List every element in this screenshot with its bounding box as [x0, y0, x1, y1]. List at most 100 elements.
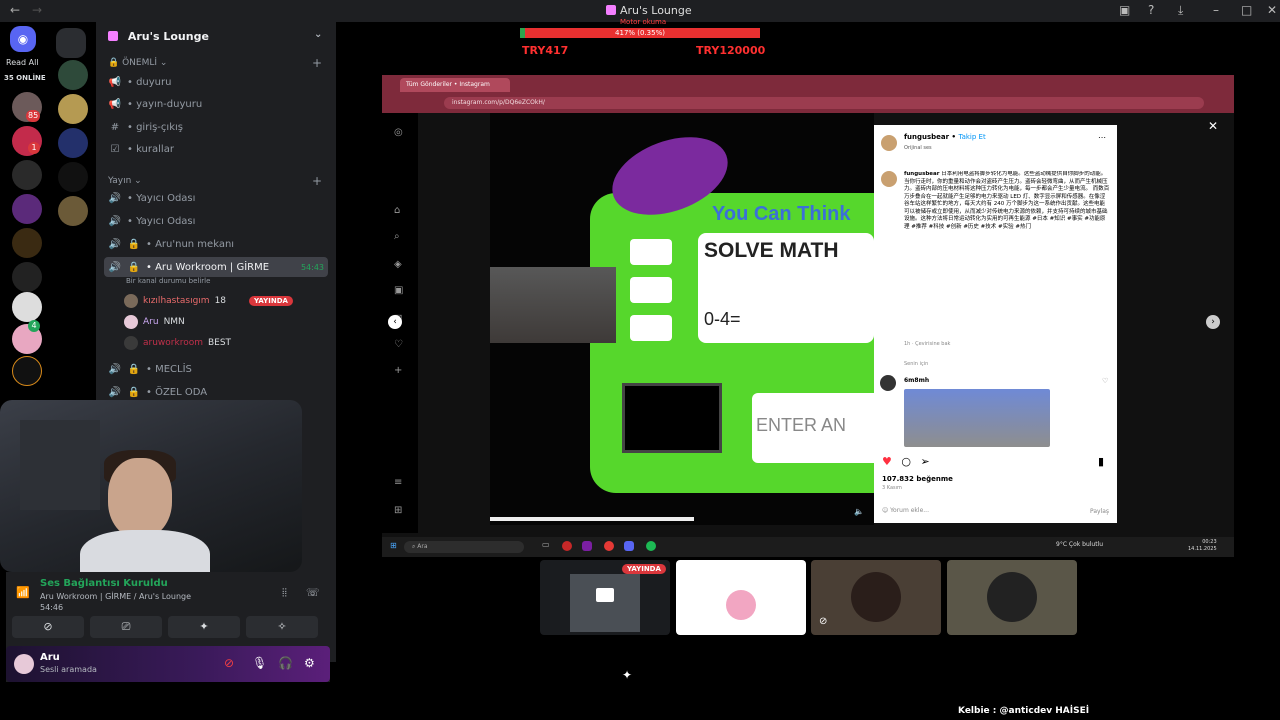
screen-share-view[interactable]: Tüm Gönderiler • Instagram instagram.com… — [382, 75, 1234, 557]
server-icon[interactable] — [12, 356, 42, 386]
minimize-icon[interactable]: – — [1213, 3, 1219, 17]
channel-meclis[interactable]: 🔊 🔒 • MECLİS — [104, 359, 328, 379]
channel-yayici-odasi[interactable]: 🔊 • Yayıcı Odası — [104, 211, 328, 231]
forward-arrow-icon[interactable]: → — [32, 3, 42, 17]
channel-yayici-odasi[interactable]: 🔊 • Yayıcı Odası — [104, 188, 328, 208]
voice-user[interactable]: Aru NMN — [124, 313, 185, 331]
category-stream[interactable]: Yayın ⌄ + — [108, 174, 322, 188]
reel-video[interactable]: You Can Think SOLVE MATH 0-4= ENTER AN 🔈 — [490, 113, 874, 525]
home-icon[interactable]: ⌂ — [394, 205, 400, 216]
participant-tile-aru[interactable] — [676, 560, 806, 635]
channel-duyuru[interactable]: 📢 • duyuru — [104, 72, 328, 92]
explore-icon[interactable]: ◈ — [394, 259, 402, 270]
channel-kurallar[interactable]: ☑ • kurallar — [104, 139, 328, 159]
server-icon[interactable] — [58, 128, 88, 158]
audio-label[interactable]: Orijinal ses — [904, 145, 932, 151]
browser-tab[interactable]: Tüm Gönderiler • Instagram — [400, 78, 510, 92]
voice-user[interactable]: aruworkroom BEST — [124, 334, 231, 352]
share-button[interactable]: Paylaş — [1090, 508, 1109, 515]
follow-button[interactable]: Takip Et — [958, 133, 985, 141]
discord-icon[interactable] — [624, 541, 634, 551]
soundboard-button[interactable]: ✧ — [246, 616, 318, 638]
add-channel-icon[interactable]: + — [312, 174, 322, 188]
channel-status[interactable]: Bir kanal durumu belirle — [126, 277, 210, 285]
task-view-icon[interactable]: ▭ — [542, 540, 550, 549]
close-icon[interactable]: ✕ — [1208, 119, 1218, 133]
for-you-label[interactable]: Senin için — [904, 361, 928, 367]
camera-button[interactable]: ⊘ — [12, 616, 84, 638]
server-icon[interactable] — [58, 196, 88, 226]
channel-giris-cikis[interactable]: # • giriş-çıkış — [104, 117, 328, 137]
like-icon[interactable]: ♥ — [882, 455, 892, 468]
taskbar-clock[interactable]: 00:23 14.11.2025 — [1188, 539, 1217, 553]
comment-icon[interactable]: ○ — [901, 455, 911, 468]
share-icon[interactable]: ➢ — [920, 455, 929, 468]
soundboard-icon[interactable]: ⦙⦙ — [282, 586, 287, 600]
translate-link[interactable]: 1h · Çevirisine bak — [904, 341, 950, 347]
weather-widget[interactable]: 9°C Çok bulutlu — [1056, 541, 1103, 548]
comment-input[interactable]: ☺ Yorum ekle... — [882, 507, 929, 514]
voice-status[interactable]: Ses Bağlantısı Kuruldu — [40, 578, 168, 589]
more-icon[interactable]: ⊞ — [394, 505, 402, 516]
discord-home-icon[interactable]: ◉ — [10, 26, 36, 52]
participant-tile-user[interactable] — [947, 560, 1077, 635]
help-icon[interactable]: ? — [1148, 3, 1154, 17]
mute-icon[interactable]: 🔈 — [854, 507, 864, 516]
close-icon[interactable]: ✕ — [1267, 3, 1277, 17]
video-progress[interactable] — [490, 517, 694, 521]
maximize-icon[interactable]: □ — [1241, 3, 1252, 17]
server-icon[interactable] — [58, 162, 88, 192]
channel-yayin-duyuru[interactable]: 📢 • yayın-duyuru — [104, 94, 328, 114]
address-bar[interactable]: instagram.com/p/DQ6eZCOkH/ — [444, 97, 1204, 109]
server-header[interactable]: Aru's Lounge ⌄ — [96, 22, 336, 52]
server-icon[interactable] — [58, 60, 88, 90]
app-icon[interactable] — [582, 541, 592, 551]
more-options-icon[interactable]: ⋯ — [1098, 133, 1106, 142]
save-icon[interactable]: ▮ — [1098, 455, 1104, 468]
create-icon[interactable]: + — [394, 365, 402, 376]
settings-gear-icon[interactable]: ⚙ — [304, 656, 315, 670]
next-post-icon[interactable]: › — [1206, 315, 1220, 329]
avatar[interactable] — [881, 135, 897, 151]
voice-user[interactable]: kızılhastasıgım 18 YAYINDA — [124, 292, 293, 310]
instagram-logo-icon[interactable]: ◎ — [394, 127, 403, 138]
activities-button[interactable]: ✦ — [168, 616, 240, 638]
category-important[interactable]: 🔒 ÖNEMLİ ⌄ + — [108, 56, 322, 70]
reels-icon[interactable]: ▣ — [394, 285, 403, 296]
avatar[interactable] — [881, 171, 897, 187]
chrome-icon[interactable] — [604, 541, 614, 551]
back-arrow-icon[interactable]: ← — [10, 3, 20, 17]
avatar[interactable] — [880, 375, 896, 391]
signal-icon[interactable]: 📶 — [16, 586, 30, 599]
server-icon[interactable] — [12, 292, 42, 322]
channel-arunun-mekani[interactable]: 🔊 🔒 • Aru'nun mekanı — [104, 234, 328, 254]
read-all-button[interactable]: Read All — [6, 58, 39, 67]
avatar[interactable] — [14, 654, 34, 674]
participant-tile-user[interactable]: ⊘ — [811, 560, 941, 635]
channel-aru-workroom[interactable]: 🔊 🔒 • Aru Workroom | GİRME 54:43 — [104, 257, 328, 277]
server-icon[interactable] — [12, 262, 42, 292]
server-icon[interactable] — [12, 160, 42, 190]
server-icon[interactable] — [12, 194, 42, 224]
add-channel-icon[interactable]: + — [312, 56, 322, 70]
disconnect-icon[interactable]: ☏ — [306, 586, 320, 599]
app-icon[interactable] — [562, 541, 572, 551]
server-icon[interactable] — [12, 228, 42, 258]
taskbar-search[interactable]: ⌕ Ara — [404, 541, 524, 553]
screen-share-button[interactable]: ⎚ — [90, 616, 162, 638]
headphones-icon[interactable]: 🎧 — [278, 656, 293, 670]
commenter-name[interactable]: 6m8mh — [904, 377, 929, 384]
channel-ozel-oda[interactable]: 🔊 🔒 • ÖZEL ODA — [104, 382, 328, 402]
server-icon[interactable] — [58, 94, 88, 124]
heart-icon[interactable]: ♡ — [394, 339, 403, 350]
menu-icon[interactable]: ≡ — [394, 477, 402, 488]
post-author[interactable]: fungusbear • Takip Et — [904, 133, 986, 141]
heart-icon[interactable]: ♡ — [1102, 377, 1108, 385]
inbox-icon[interactable]: ▣ — [1119, 3, 1130, 17]
stream-off-icon[interactable]: ⊘ — [224, 656, 234, 670]
microphone-icon[interactable]: 🎙 — [252, 656, 267, 670]
like-count[interactable]: 107.832 beğenme — [882, 475, 953, 483]
participant-tile-stream[interactable]: YAYINDA — [540, 560, 670, 635]
download-icon[interactable]: ⤓ — [1178, 3, 1183, 18]
spotify-icon[interactable] — [646, 541, 656, 551]
